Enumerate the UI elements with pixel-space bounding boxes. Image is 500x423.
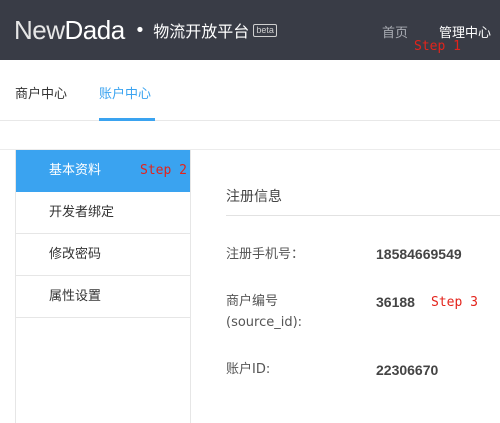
step-2-annotation: Step 2 bbox=[140, 163, 187, 178]
merchant-id-sublabel: (source_id): bbox=[226, 315, 303, 330]
logo-new-text: New bbox=[14, 14, 65, 45]
registration-info-panel: 注册信息 注册手机号： 18584669549 商户编号 (source_id)… bbox=[191, 150, 500, 423]
sub-navigation: 商户中心 账户中心 bbox=[0, 60, 500, 121]
phone-label: 注册手机号： bbox=[226, 247, 305, 262]
newdada-logo[interactable]: New Dada • 物流开放平台 beta bbox=[14, 15, 277, 45]
content-top-spacer bbox=[0, 121, 500, 150]
tab-account-center[interactable]: 账户中心 bbox=[99, 83, 151, 102]
account-id-value: 22306670 bbox=[376, 362, 439, 378]
phone-value: 18584669549 bbox=[376, 246, 462, 262]
tab-merchant-center[interactable]: 商户中心 bbox=[15, 83, 67, 102]
sidebar-item-label: 修改密码 bbox=[49, 247, 102, 262]
merchant-id-value: 36188 bbox=[376, 294, 415, 310]
sidebar-item-label: 属性设置 bbox=[49, 289, 102, 304]
sidebar-item-change-password[interactable]: 修改密码 bbox=[16, 234, 190, 276]
nav-home-link[interactable]: 首页 bbox=[382, 22, 408, 41]
step-1-annotation: Step 1 bbox=[414, 39, 461, 54]
sidebar-item-attribute-settings[interactable]: 属性设置 bbox=[16, 276, 190, 318]
beta-badge: beta bbox=[253, 23, 277, 37]
section-divider bbox=[226, 215, 500, 216]
merchant-id-label: 商户编号 bbox=[226, 294, 279, 309]
logo-separator-dot: • bbox=[134, 19, 146, 41]
sidebar-item-developer-binding[interactable]: 开发者绑定 bbox=[16, 192, 190, 234]
step-3-annotation: Step 3 bbox=[431, 295, 478, 310]
sidebar-item-label: 开发者绑定 bbox=[49, 205, 115, 220]
sidebar-item-label: 基本资料 bbox=[49, 163, 102, 178]
section-title: 注册信息 bbox=[226, 189, 282, 205]
account-sidebar: 基本资料 开发者绑定 修改密码 属性设置 bbox=[15, 150, 191, 423]
logo-dada-text: Dada bbox=[64, 14, 126, 45]
platform-name: 物流开放平台 bbox=[153, 22, 250, 41]
account-id-label: 账户ID: bbox=[226, 362, 271, 377]
